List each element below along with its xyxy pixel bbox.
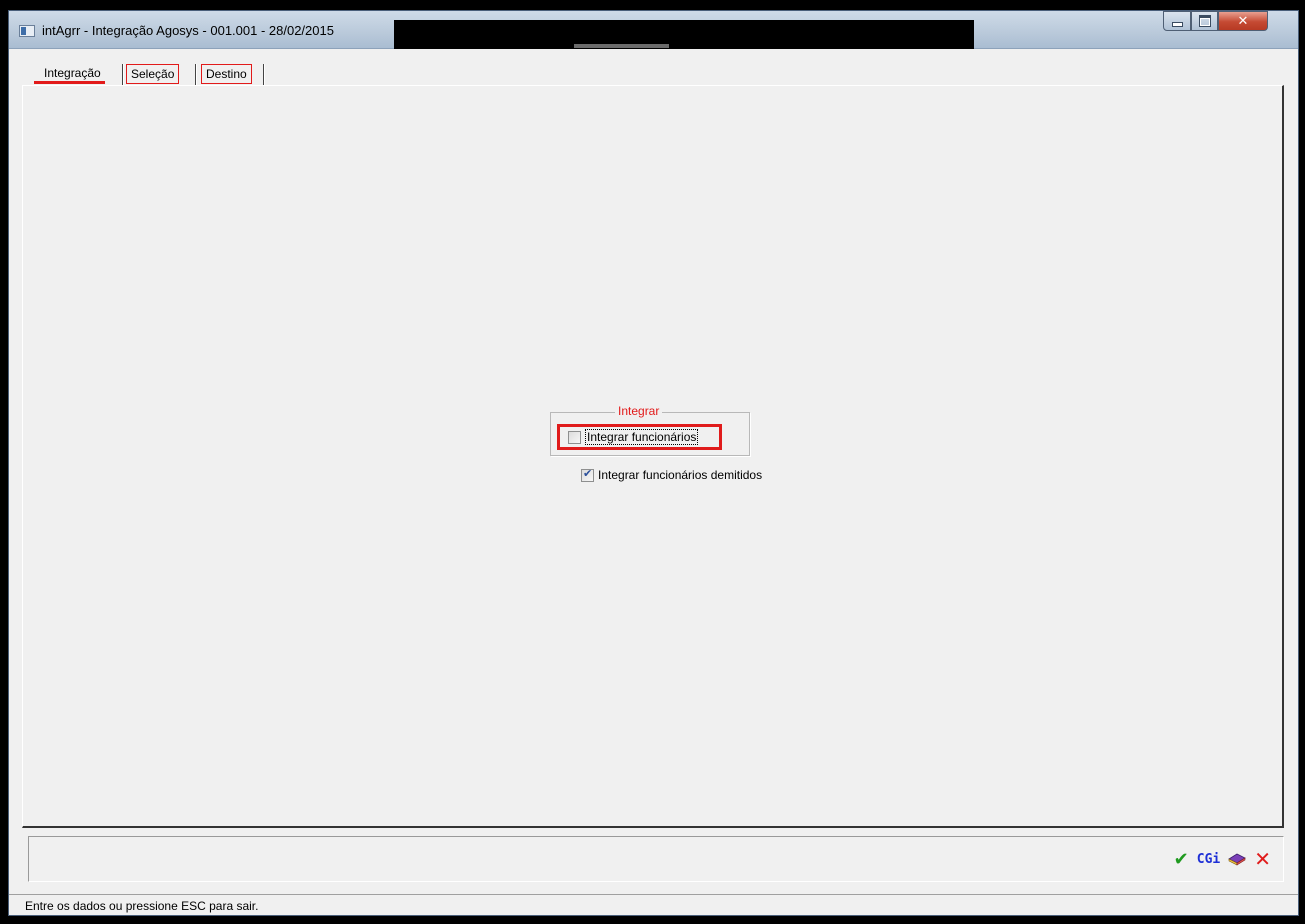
close-button[interactable]: ✕: [1218, 11, 1268, 31]
integrar-group-legend: Integrar: [615, 404, 663, 418]
book-icon[interactable]: [1228, 849, 1247, 869]
minimize-button[interactable]: [1163, 11, 1191, 31]
status-text: Entre os dados ou pressione ESC para sai…: [25, 899, 259, 913]
integrar-funcionarios-label[interactable]: Integrar funcionários: [585, 429, 699, 445]
tab-separator: [122, 64, 124, 86]
integrar-demitidos-label[interactable]: Integrar funcionários demitidos: [598, 468, 762, 482]
tab-separator: [195, 64, 197, 86]
integrar-funcionarios-checkbox[interactable]: Integrar funcionários: [568, 429, 699, 445]
book-icon-graphic: [1228, 853, 1247, 866]
confirm-check-icon[interactable]: ✔: [1174, 849, 1189, 870]
cgi-button[interactable]: CGi: [1197, 849, 1220, 869]
window-title: intAgrr - Integração Agosys - 001.001 - …: [42, 23, 334, 38]
tab-bar: Integração Seleção Destino: [9, 49, 1298, 86]
maximize-button[interactable]: [1191, 11, 1218, 31]
maximize-icon: [1198, 15, 1211, 27]
tab-integracao[interactable]: Integração: [34, 64, 105, 84]
tab-selecao[interactable]: Seleção: [126, 64, 180, 84]
redacted-area: [394, 20, 974, 49]
checkbox-unchecked-icon[interactable]: [568, 430, 581, 444]
app-window: intAgrr - Integração Agosys - 001.001 - …: [8, 10, 1299, 916]
cancel-x-icon[interactable]: ✕: [1254, 847, 1271, 871]
integrar-demitidos-checkbox[interactable]: Integrar funcionários demitidos: [581, 467, 762, 482]
title-bar[interactable]: intAgrr - Integração Agosys - 001.001 - …: [9, 11, 1298, 49]
integrar-groupbox: Integrar Integrar funcionários: [550, 404, 750, 456]
action-panel: ✔ CGi ✕: [28, 836, 1284, 882]
tab-separator: [263, 64, 265, 86]
status-bar: Entre os dados ou pressione ESC para sai…: [9, 894, 1298, 916]
window-app-icon[interactable]: [19, 25, 35, 37]
action-toolbar: ✔ CGi ✕: [1174, 847, 1271, 871]
tab-page-integracao: Integrar Integrar funcionários Integrar …: [22, 85, 1284, 828]
tab-destino[interactable]: Destino: [201, 64, 252, 84]
close-icon: ✕: [1237, 13, 1249, 29]
checkbox-checked-icon[interactable]: [581, 467, 594, 482]
minimize-icon: [1171, 22, 1183, 27]
